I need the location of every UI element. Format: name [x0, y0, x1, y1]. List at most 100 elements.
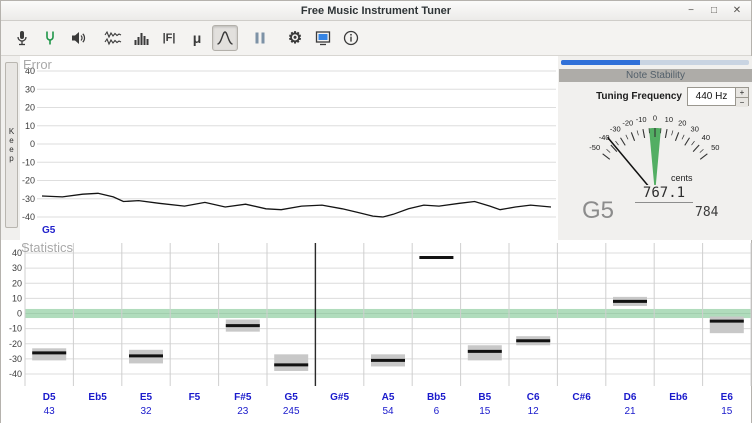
target-frequency-display: 784: [695, 205, 718, 220]
svg-text:-30: -30: [610, 125, 621, 134]
svg-text:10: 10: [12, 293, 22, 303]
svg-text:23: 23: [237, 406, 249, 417]
svg-text:10: 10: [665, 115, 673, 124]
svg-text:15: 15: [479, 406, 491, 417]
svg-text:-40: -40: [22, 212, 35, 222]
maximize-button[interactable]: □: [708, 5, 720, 17]
svg-text:D5: D5: [43, 392, 56, 403]
svg-text:-10: -10: [9, 324, 22, 334]
app-window: Free Music Instrument Tuner − □ ✕: [0, 0, 752, 423]
speaker-button[interactable]: [65, 25, 91, 51]
svg-text:G5: G5: [285, 392, 299, 403]
svg-text:E5: E5: [140, 392, 153, 403]
svg-text:-20: -20: [22, 176, 35, 186]
svg-text:245: 245: [283, 406, 300, 417]
titlebar: Free Music Instrument Tuner − □ ✕: [1, 1, 751, 21]
svg-text:0: 0: [653, 114, 657, 123]
save-icon: [314, 29, 332, 47]
window-controls: − □ ✕: [685, 1, 743, 21]
svg-text:20: 20: [678, 119, 686, 128]
mu-view-button[interactable]: μ: [184, 25, 210, 51]
error-plot: 403020100-10-20-30-40: [20, 56, 558, 240]
svg-text:0: 0: [17, 309, 22, 319]
svg-text:A5: A5: [382, 392, 395, 403]
error-chart: 403020100-10-20-30-40 Error G5: [20, 56, 558, 240]
svg-text:C6: C6: [527, 392, 540, 403]
svg-text:Eb6: Eb6: [669, 392, 688, 403]
tuning-frequency-row: Tuning Frequency 440 Hz + −: [558, 87, 752, 106]
svg-text:-20: -20: [622, 119, 633, 128]
svg-text:G#5: G#5: [330, 392, 349, 403]
waveform-view-button[interactable]: [100, 25, 126, 51]
close-button[interactable]: ✕: [731, 5, 743, 17]
svg-text:20: 20: [25, 103, 35, 113]
spin-up-button[interactable]: +: [736, 88, 748, 97]
svg-text:30: 30: [691, 125, 699, 134]
spin-buttons: + −: [735, 88, 748, 105]
gaussian-view-button[interactable]: [212, 25, 238, 51]
current-note-label: G5: [42, 225, 55, 236]
svg-text:-40: -40: [9, 369, 22, 379]
minimize-button[interactable]: −: [685, 5, 697, 17]
svg-text:E6: E6: [721, 392, 734, 403]
svg-text:6: 6: [434, 406, 440, 417]
gear-icon: ⚙: [288, 28, 302, 48]
svg-text:30: 30: [12, 263, 22, 273]
stability-progress-bar: [561, 60, 749, 65]
tuning-frequency-value: 440 Hz: [688, 88, 735, 105]
speaker-icon: [69, 29, 87, 47]
svg-text:D6: D6: [624, 392, 637, 403]
pause-icon: [251, 29, 269, 47]
tuning-fork-button[interactable]: [37, 25, 63, 51]
svg-text:-10: -10: [636, 115, 647, 124]
svg-text:54: 54: [382, 406, 394, 417]
microphone-button[interactable]: [9, 25, 35, 51]
svg-text:12: 12: [528, 406, 540, 417]
save-button[interactable]: [310, 25, 336, 51]
main-area: Keep 403020100-10-20-30-40 Error G5 Note…: [1, 56, 751, 423]
statistics-title: Statistics: [21, 240, 73, 255]
svg-text:-20: -20: [9, 339, 22, 349]
svg-text:-30: -30: [9, 354, 22, 364]
error-section: Keep 403020100-10-20-30-40 Error G5 Note…: [1, 56, 751, 240]
mu-icon: μ: [193, 30, 202, 46]
svg-text:-10: -10: [22, 157, 35, 167]
detected-note-display: G5: [582, 197, 614, 225]
error-chart-title: Error: [23, 57, 52, 72]
svg-text:40: 40: [702, 133, 710, 142]
window-title: Free Music Instrument Tuner: [301, 5, 451, 17]
about-button[interactable]: [338, 25, 364, 51]
svg-text:10: 10: [25, 121, 35, 131]
tuning-frequency-label: Tuning Frequency: [596, 91, 682, 102]
histogram-icon: [132, 29, 150, 47]
svg-text:15: 15: [721, 406, 733, 417]
svg-text:30: 30: [25, 84, 35, 94]
pause-button[interactable]: [247, 25, 273, 51]
svg-text:20: 20: [12, 278, 22, 288]
svg-text:50: 50: [711, 143, 719, 152]
fft-view-button[interactable]: |F|: [156, 25, 182, 51]
histogram-view-button[interactable]: [128, 25, 154, 51]
fft-icon: |F|: [163, 32, 176, 44]
tuning-fork-icon: [41, 29, 59, 47]
statistics-section: 403020100-10-20-30-40D543Eb5E532F5F#523G…: [1, 240, 751, 423]
svg-text:Eb5: Eb5: [88, 392, 107, 403]
note-stability-panel: Note Stability Tuning Frequency 440 Hz +…: [558, 56, 752, 240]
svg-text:21: 21: [624, 406, 636, 417]
tuning-frequency-spinbox[interactable]: 440 Hz + −: [687, 87, 749, 106]
svg-text:43: 43: [44, 406, 56, 417]
cents-unit-label: cents: [671, 173, 693, 183]
svg-text:0: 0: [30, 139, 35, 149]
svg-text:C#6: C#6: [572, 392, 591, 403]
svg-text:F#5: F#5: [234, 392, 252, 403]
statistics-plot: 403020100-10-20-30-40D543Eb5E532F5F#523G…: [1, 240, 752, 423]
info-icon: [342, 29, 360, 47]
toolbar: |F| μ ⚙: [1, 21, 751, 56]
note-stability-header: Note Stability: [559, 69, 752, 82]
keep-button[interactable]: Keep: [5, 62, 18, 228]
svg-text:B5: B5: [478, 392, 491, 403]
svg-text:F5: F5: [189, 392, 201, 403]
settings-button[interactable]: ⚙: [282, 25, 308, 51]
gaussian-curve-icon: [216, 29, 234, 47]
svg-text:Bb5: Bb5: [427, 392, 446, 403]
